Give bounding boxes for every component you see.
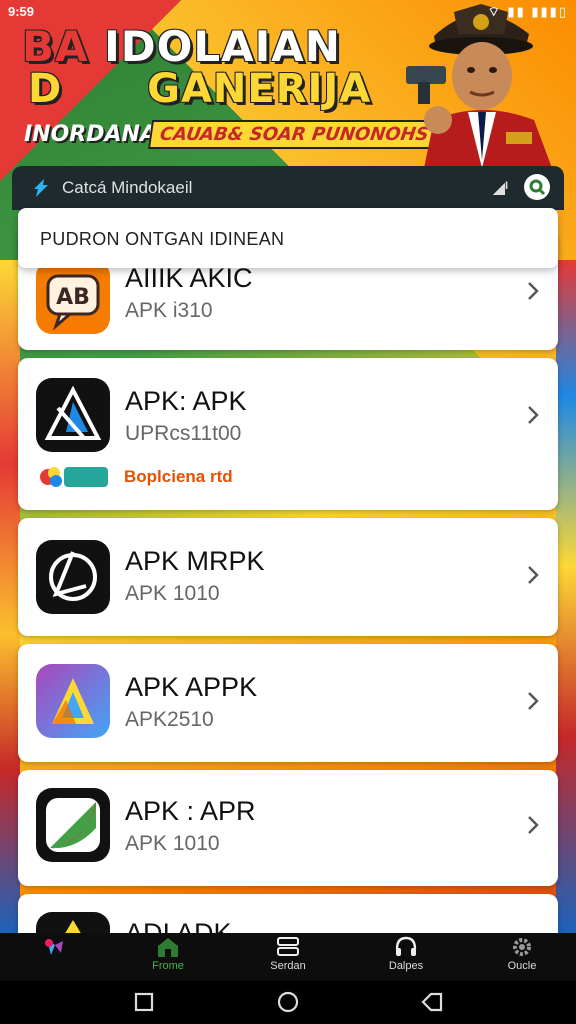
publisher-row: Boplciena rtd [38,462,233,492]
background-stripe-left [0,260,20,940]
green-red-badge-icon [36,788,110,862]
app-version: APK 1010 [125,832,220,855]
status-icons: ⌔ ▮▮ ▮▮▮▯ [487,4,568,19]
chevron-right-icon [528,566,539,584]
clock: 9:59 [8,4,35,19]
publisher-logo-icon [38,463,110,491]
app-version: UPRcs11t00 [125,422,242,445]
gradient-a-icon [36,664,110,738]
background-stripe-right [556,260,576,940]
dropdown-text: PUDRON ONTGAN IDINEAN [40,229,285,249]
recents-button[interactable] [131,989,157,1015]
signal-icon: ◢ᴵ [492,180,508,197]
list-item[interactable]: APK MRPK APK 1010 [18,518,558,636]
chevron-right-icon [528,692,539,710]
officer-illustration-icon [406,4,552,168]
headset-icon [395,936,417,956]
app-name: APK MRPK [125,546,265,576]
nav-label: Dalpes [388,960,424,972]
nav-item-puzzle[interactable] [14,935,94,979]
svg-text:AB: AB [56,285,90,310]
chevron-right-icon [528,282,539,300]
status-bar: 9:59 ⌔ ▮▮ ▮▮▮▯ [0,0,576,24]
app-name: APK: APK [125,386,247,416]
home-icon [158,938,178,957]
banner-title-line2: D GANERIJA [28,66,372,112]
circle-arrow-icon [36,540,110,614]
list-item[interactable]: APK APPK APK2510 [18,644,558,762]
back-button[interactable] [419,989,445,1015]
search-icon [529,179,546,196]
app-name: APK APPK [125,672,258,702]
nav-item-support[interactable]: Dalpes [366,935,446,979]
app-logo-icon [34,179,48,197]
gear-icon [513,938,531,956]
nav-item-server[interactable]: Serdan [248,935,328,979]
list-item[interactable]: APK : APR APK 1010 [18,770,558,886]
app-bar: Catcá Mindokaeil ◢ᴵ [12,166,564,210]
app-name: APK : APR [125,796,256,826]
system-navigation-bar [0,981,576,1024]
banner-subtitle: INORDANA [24,122,157,147]
triangle-mark-icon [36,378,110,452]
ab-speech-icon: AB [36,260,110,334]
search-button[interactable] [524,174,550,200]
nav-label: Serdan [270,960,306,972]
puzzle-icon [45,939,63,955]
bottom-navigation: Frome Serdan Dalpes Oucle [0,933,576,981]
nav-item-home[interactable]: Frome [128,935,208,979]
app-version: APK i310 [125,299,213,322]
nav-label: Frome [152,960,184,972]
home-button[interactable] [275,989,301,1015]
app-version: APK2510 [125,708,214,731]
nav-label: Oucle [507,960,537,972]
publisher-name: Boplciena rtd [124,467,233,486]
app-title: Catcá Mindokaeil [62,178,193,197]
promo-banner[interactable]: BA IDOLAIAN D GANERIJA INORDANA CAUAB& S… [0,0,576,168]
banner-title-line1: BA IDOLAIAN [22,22,341,71]
chevron-right-icon [528,816,539,834]
list-item[interactable]: APK: APK UPRcs11t00 Boplciena rtd [18,358,558,510]
app-version: APK 1010 [125,582,220,605]
server-icon [277,937,299,956]
chevron-right-icon [528,406,539,424]
search-suggestion-dropdown[interactable]: PUDRON ONTGAN IDINEAN [18,208,558,268]
nav-item-settings[interactable]: Oucle [482,935,562,979]
